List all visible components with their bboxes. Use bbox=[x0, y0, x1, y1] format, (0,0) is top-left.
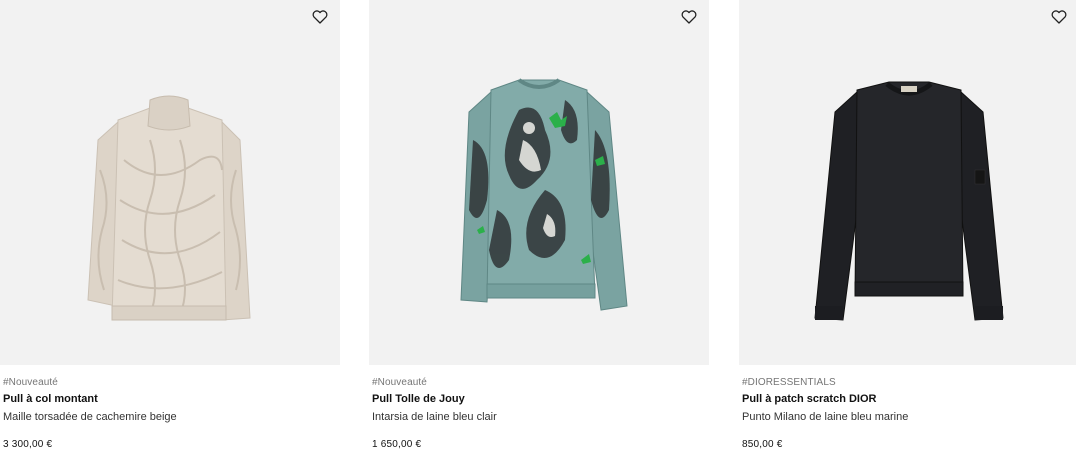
product-description: Punto Milano de laine bleu marine bbox=[742, 411, 909, 423]
product-name[interactable]: Pull à patch scratch DIOR bbox=[742, 393, 876, 405]
product-price: 850,00 € bbox=[742, 439, 783, 450]
product-name[interactable]: Pull Tolle de Jouy bbox=[372, 393, 465, 405]
product-description: Maille torsadée de cachemire beige bbox=[3, 411, 177, 423]
product-name[interactable]: Pull à col montant bbox=[3, 393, 98, 405]
toile-de-jouy-sweater-image[interactable] bbox=[369, 0, 709, 365]
product-description: Intarsia de laine bleu clair bbox=[372, 411, 497, 423]
beige-turtleneck-image[interactable] bbox=[0, 0, 340, 365]
product-card[interactable]: #Nouveauté Pull Tolle de Jouy Intarsia d… bbox=[369, 0, 709, 462]
product-price: 3 300,00 € bbox=[3, 439, 53, 450]
product-tag: #DIORESSENTIALS bbox=[742, 377, 836, 388]
product-image-container[interactable] bbox=[369, 0, 709, 365]
product-card[interactable]: #DIORESSENTIALS Pull à patch scratch DIO… bbox=[739, 0, 1076, 462]
heart-outline-icon[interactable] bbox=[679, 8, 699, 26]
product-tag: #Nouveauté bbox=[372, 377, 427, 388]
navy-sweater-image[interactable] bbox=[739, 0, 1076, 365]
product-price: 1 650,00 € bbox=[372, 439, 422, 450]
product-grid: #Nouveauté Pull à col montant Maille tor… bbox=[0, 0, 1076, 462]
product-image-container[interactable] bbox=[739, 0, 1076, 365]
product-tag: #Nouveauté bbox=[3, 377, 58, 388]
product-image-container[interactable] bbox=[0, 0, 340, 365]
heart-outline-icon[interactable] bbox=[310, 8, 330, 26]
heart-outline-icon[interactable] bbox=[1049, 8, 1069, 26]
product-card[interactable]: #Nouveauté Pull à col montant Maille tor… bbox=[0, 0, 340, 462]
